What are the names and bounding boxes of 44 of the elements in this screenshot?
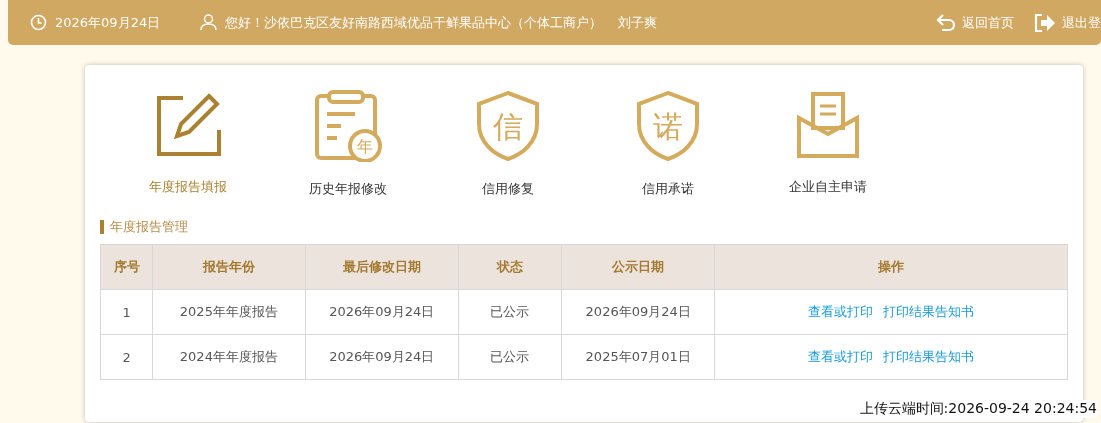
table-cell: 2025年07月01日	[561, 334, 715, 380]
table-cell: 2024年年度报告	[152, 334, 306, 380]
menu-item[interactable]: 信 信用修复	[428, 90, 588, 198]
menu-item[interactable]: 企业自主申请	[748, 90, 908, 198]
greeting-text: 您好！沙依巴克区友好南路西域优品干鲜果品中心（个体工商户）	[225, 13, 603, 32]
menu-label: 企业自主申请	[789, 178, 867, 196]
column-header: 状态	[458, 244, 562, 290]
section-title: 年度报告管理	[100, 220, 1068, 234]
clock-icon	[30, 14, 47, 31]
column-header: 序号	[100, 244, 153, 290]
table-cell: 已公示	[458, 334, 562, 380]
print-notice-link[interactable]: 打印结果告知书	[883, 349, 975, 364]
view-print-link[interactable]: 查看或打印	[808, 349, 874, 364]
user-icon	[200, 14, 218, 31]
envelope-icon	[795, 90, 861, 160]
shield-icon: 信	[475, 90, 541, 162]
user-name: 刘子爽	[618, 13, 658, 32]
current-date: 2026年09月24日	[55, 13, 161, 32]
column-header: 最后修改日期	[305, 244, 459, 290]
upload-time: 上传云端时间:2026-09-24 20:24:54	[859, 400, 1097, 418]
table-cell: 2025年年度报告	[152, 289, 306, 335]
menu-label: 信用修复	[482, 180, 534, 198]
menu-item[interactable]: 年度报告填报	[108, 90, 268, 198]
menu-item[interactable]: 年 历史年报修改	[268, 90, 428, 198]
table-cell: 2026年09月24日	[305, 334, 459, 380]
home-link[interactable]: 返回首页	[936, 13, 1014, 32]
table-cell: 2	[100, 334, 153, 380]
column-header: 报告年份	[152, 244, 306, 290]
return-arrow-icon	[936, 13, 956, 32]
table-cell: 已公示	[458, 289, 562, 335]
menu-label: 年度报告填报	[149, 178, 227, 196]
logout-link[interactable]: 退出登	[1034, 12, 1101, 33]
menu-label: 信用承诺	[642, 180, 694, 198]
shield-icon: 诺	[635, 90, 701, 162]
exit-icon	[1034, 12, 1056, 33]
print-notice-link[interactable]: 打印结果告知书	[883, 304, 975, 319]
column-header: 公示日期	[561, 244, 715, 290]
view-print-link[interactable]: 查看或打印	[808, 304, 874, 319]
table-cell: 2026年09月24日	[561, 289, 715, 335]
menu-item[interactable]: 诺 信用承诺	[588, 90, 748, 198]
table-cell: 2026年09月24日	[305, 289, 459, 335]
menu-label: 历史年报修改	[309, 180, 387, 198]
table-cell: 1	[100, 289, 153, 335]
column-header: 操作	[714, 244, 1068, 290]
